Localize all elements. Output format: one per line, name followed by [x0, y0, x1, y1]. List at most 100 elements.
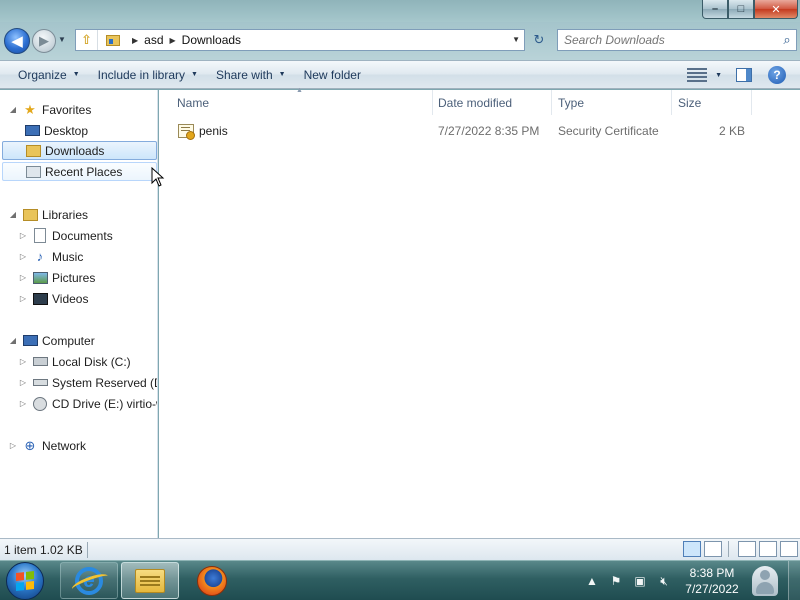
sidebar-item-label: Downloads	[45, 143, 105, 158]
column-header-type[interactable]: Type	[552, 90, 672, 115]
column-header-size[interactable]: Size	[672, 90, 752, 115]
search-icon[interactable]: ⌕	[778, 32, 796, 48]
chevron-right-icon[interactable]: ▶	[132, 36, 138, 45]
show-desktop-button[interactable]	[788, 561, 800, 600]
sidebar-item-music[interactable]: ▷ ♪ Music	[18, 247, 83, 266]
recent-pages-dropdown[interactable]: ▼	[58, 35, 66, 44]
view-options-dropdown-icon[interactable]: ▼	[715, 72, 722, 79]
volume-muted-icon[interactable]: 🔇︎	[652, 574, 676, 589]
sidebar-item-videos[interactable]: ▷ Videos	[18, 289, 89, 308]
windows-logo-icon	[16, 571, 34, 591]
address-dropdown-icon[interactable]: ▼	[512, 35, 520, 44]
include-in-library-button[interactable]: Include in library ▼	[89, 62, 207, 88]
breadcrumb-asd[interactable]: asd	[144, 33, 163, 47]
expand-triangle-icon[interactable]: ▷	[18, 294, 28, 303]
include-in-library-label: Include in library	[97, 67, 186, 82]
address-bar[interactable]: ⇧ ▶ asd ▶ Downloads ▼	[75, 29, 525, 51]
mouse-cursor-icon	[151, 167, 165, 187]
help-icon[interactable]: ?	[768, 66, 786, 84]
collapse-triangle-icon[interactable]: ◢	[8, 210, 18, 219]
share-with-button[interactable]: Share with ▼	[207, 62, 295, 88]
title-bar[interactable]: – □ ✕	[0, 0, 800, 22]
expand-triangle-icon[interactable]: ▷	[18, 378, 28, 387]
change-view-icon[interactable]	[687, 68, 708, 82]
refresh-button[interactable]: ↻	[528, 29, 550, 51]
file-name-cell[interactable]: penis	[178, 120, 228, 142]
clock-time: 8:38 PM	[689, 566, 735, 580]
expand-triangle-icon[interactable]: ▷	[18, 357, 28, 366]
sidebar-item-label: Documents	[52, 228, 113, 243]
sidebar-group-network[interactable]: ▷ ⊕ Network	[8, 436, 86, 455]
taskbar-clock[interactable]: 8:38 PM 7/27/2022	[680, 565, 744, 597]
file-row[interactable]: penis 7/27/2022 8:35 PM Security Certifi…	[159, 120, 800, 142]
breadcrumb-downloads[interactable]: Downloads	[182, 33, 241, 47]
downloads-folder-icon	[106, 34, 120, 46]
documents-icon	[32, 228, 48, 244]
user-account-icon[interactable]	[748, 563, 782, 599]
sidebar-group-computer[interactable]: ◢ Computer	[8, 331, 95, 350]
maximize-button[interactable]: □	[728, 0, 754, 19]
new-folder-button[interactable]: New folder	[295, 62, 370, 88]
cd-drive-icon	[32, 396, 48, 412]
search-box[interactable]: ⌕	[557, 29, 797, 51]
column-header-date-modified[interactable]: Date modified	[432, 90, 552, 115]
network-icon: ⊕	[24, 437, 36, 453]
back-button[interactable]: ◀	[4, 28, 30, 54]
start-button[interactable]	[6, 562, 44, 600]
status-view-controls	[680, 541, 798, 557]
sidebar-item-label: Videos	[52, 291, 89, 306]
sidebar-item-label: CD Drive (E:) virtio-w	[52, 396, 158, 411]
sidebar-item-pictures[interactable]: ▷ Pictures	[18, 268, 95, 287]
sidebar-group-label: Favorites	[42, 102, 92, 117]
forward-button[interactable]: ▶	[32, 29, 56, 53]
sidebar-item-downloads[interactable]: Downloads	[2, 141, 157, 160]
column-header-name[interactable]: Name	[171, 90, 433, 115]
expand-triangle-icon[interactable]: ▷	[18, 399, 28, 408]
action-center-flag-icon[interactable]: ⚑	[604, 574, 628, 588]
pictures-icon	[32, 270, 48, 286]
search-input[interactable]	[558, 31, 778, 49]
layout-pane-icon[interactable]	[738, 541, 756, 557]
close-button[interactable]: ✕	[754, 0, 798, 19]
expand-triangle-icon[interactable]: ▷	[18, 252, 28, 261]
show-hidden-icons-icon[interactable]: ▲	[580, 574, 604, 588]
sidebar-group-libraries[interactable]: ◢ Libraries	[8, 205, 88, 224]
music-icon: ♪	[36, 249, 44, 264]
sidebar-item-label: Recent Places	[45, 164, 123, 179]
preview-pane-icon[interactable]	[736, 68, 752, 82]
expand-triangle-icon[interactable]: ▷	[18, 231, 28, 240]
sidebar-group-label: Libraries	[42, 207, 89, 222]
expand-triangle-icon[interactable]: ▷	[8, 441, 18, 450]
sidebar-group-label: Computer	[42, 333, 95, 348]
minimize-button[interactable]: –	[702, 0, 728, 19]
status-bar: 1 item 1.02 KB	[0, 538, 800, 560]
taskbar-windows-explorer[interactable]	[121, 562, 179, 599]
local-disk-icon	[32, 354, 48, 370]
navigation-pane: ◢ ★ Favorites Desktop Downloads Recent P…	[0, 90, 158, 538]
details-pane-icon[interactable]	[780, 541, 798, 557]
taskbar-firefox[interactable]	[183, 562, 241, 599]
sidebar-item-cd-drive[interactable]: ▷ CD Drive (E:) virtio-w	[18, 394, 158, 413]
sidebar-item-recent-places[interactable]: Recent Places	[2, 162, 157, 181]
sidebar-item-system-reserved[interactable]: ▷ System Reserved (D:	[18, 373, 157, 392]
preview-layout-icon[interactable]	[759, 541, 777, 557]
up-folder-icon[interactable]: ⇧	[76, 30, 98, 50]
details-view-icon[interactable]	[683, 541, 701, 557]
sidebar-item-documents[interactable]: ▷ Documents	[18, 226, 113, 245]
libraries-icon	[22, 207, 38, 223]
file-list: ▲ Name Date modified Type Size penis 7/2…	[159, 87, 800, 538]
drive-icon	[32, 375, 48, 391]
organize-button[interactable]: Organize ▼	[9, 62, 89, 88]
sidebar-item-desktop[interactable]: Desktop	[10, 121, 88, 140]
star-icon: ★	[24, 101, 36, 117]
collapse-triangle-icon[interactable]: ◢	[8, 105, 18, 114]
sidebar-item-label: Music	[52, 249, 84, 264]
chevron-right-icon[interactable]: ▶	[170, 36, 176, 45]
expand-triangle-icon[interactable]: ▷	[18, 273, 28, 282]
collapse-triangle-icon[interactable]: ◢	[8, 336, 18, 345]
network-status-icon[interactable]: ▣	[628, 574, 652, 588]
sidebar-item-local-disk[interactable]: ▷ Local Disk (C:)	[18, 352, 131, 371]
large-icons-view-icon[interactable]	[704, 541, 722, 557]
taskbar-internet-explorer[interactable]: e	[60, 562, 118, 599]
sidebar-group-favorites[interactable]: ◢ ★ Favorites	[8, 100, 91, 119]
